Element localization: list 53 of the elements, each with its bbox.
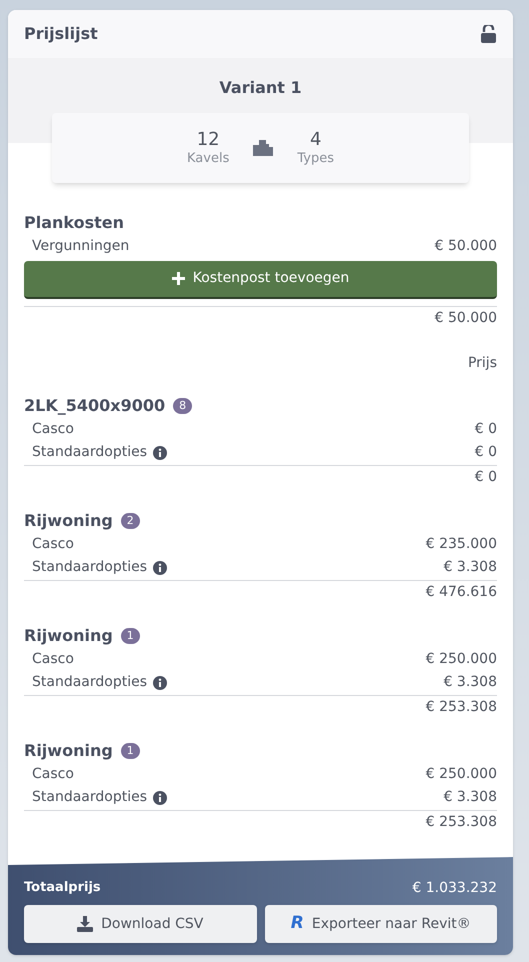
group-title: Rijwoning bbox=[24, 510, 113, 532]
cost-label: Casco bbox=[32, 534, 74, 554]
variant-title: Variant 1 bbox=[219, 77, 302, 99]
subtotal-price: € 253.308 bbox=[426, 812, 497, 832]
price-column-header: Prijs bbox=[468, 354, 497, 372]
cost-price: € 3.308 bbox=[444, 558, 497, 578]
unlocked-lock-icon[interactable] bbox=[480, 24, 497, 44]
total-price: € 1.033.232 bbox=[412, 878, 497, 898]
panel-title: Prijslijst bbox=[24, 23, 98, 45]
cost-price: € 0 bbox=[474, 420, 497, 439]
info-icon[interactable] bbox=[153, 676, 168, 690]
revit-logo: R bbox=[290, 912, 304, 936]
count-badge: 1 bbox=[120, 628, 140, 644]
download-icon bbox=[77, 916, 94, 932]
total-label: Totaalprijs bbox=[24, 879, 101, 898]
cost-label: Standaardopties bbox=[32, 443, 148, 462]
group-title: Rijwoning bbox=[24, 740, 113, 762]
cost-price: € 0 bbox=[474, 443, 497, 462]
cost-label: Standaardopties bbox=[32, 673, 148, 692]
add-cost-button[interactable]: Kostenpost toevoegen bbox=[24, 260, 497, 298]
cost-price: € 250.000 bbox=[426, 764, 497, 784]
cost-label: Standaardopties bbox=[32, 558, 148, 578]
count-badge: 1 bbox=[120, 742, 140, 758]
group-title: 2LK_5400x9000 bbox=[24, 394, 166, 417]
group-title: Rijwoning bbox=[24, 624, 113, 646]
subtotal-price: € 253.308 bbox=[426, 698, 497, 716]
cost-label: Casco bbox=[32, 420, 74, 439]
cost-price: € 250.000 bbox=[426, 650, 497, 669]
count-badge: 2 bbox=[120, 512, 140, 528]
stat-label: Kavels bbox=[187, 151, 230, 168]
cost-price: € 3.308 bbox=[444, 673, 497, 692]
subtotal-price: € 476.616 bbox=[426, 582, 497, 602]
cost-price: € 235.000 bbox=[426, 534, 497, 554]
stat-value: 4 bbox=[310, 128, 322, 152]
cost-label: Casco bbox=[32, 764, 74, 784]
plus-icon bbox=[172, 272, 185, 285]
subtotal-price: € 50.000 bbox=[434, 308, 497, 328]
stat-value: 12 bbox=[196, 128, 220, 152]
info-icon[interactable] bbox=[153, 560, 168, 575]
count-badge: 8 bbox=[173, 398, 192, 414]
cost-price: € 50.000 bbox=[434, 237, 497, 256]
export-button[interactable]: R Exporteer naar Revit® bbox=[264, 905, 497, 943]
buildings-icon bbox=[253, 140, 274, 156]
cost-label: Standaardopties bbox=[32, 788, 148, 808]
download-button[interactable]: Download CSV bbox=[24, 905, 256, 943]
stat-label: Types bbox=[297, 151, 334, 168]
cost-label: Vergunningen bbox=[32, 237, 130, 256]
info-icon[interactable] bbox=[153, 446, 168, 460]
cost-label: Casco bbox=[32, 650, 74, 669]
subtotal-price: € 0 bbox=[474, 468, 497, 486]
section-title: Plankosten bbox=[24, 212, 126, 234]
info-icon[interactable] bbox=[153, 790, 168, 805]
cost-price: € 3.308 bbox=[444, 788, 497, 808]
